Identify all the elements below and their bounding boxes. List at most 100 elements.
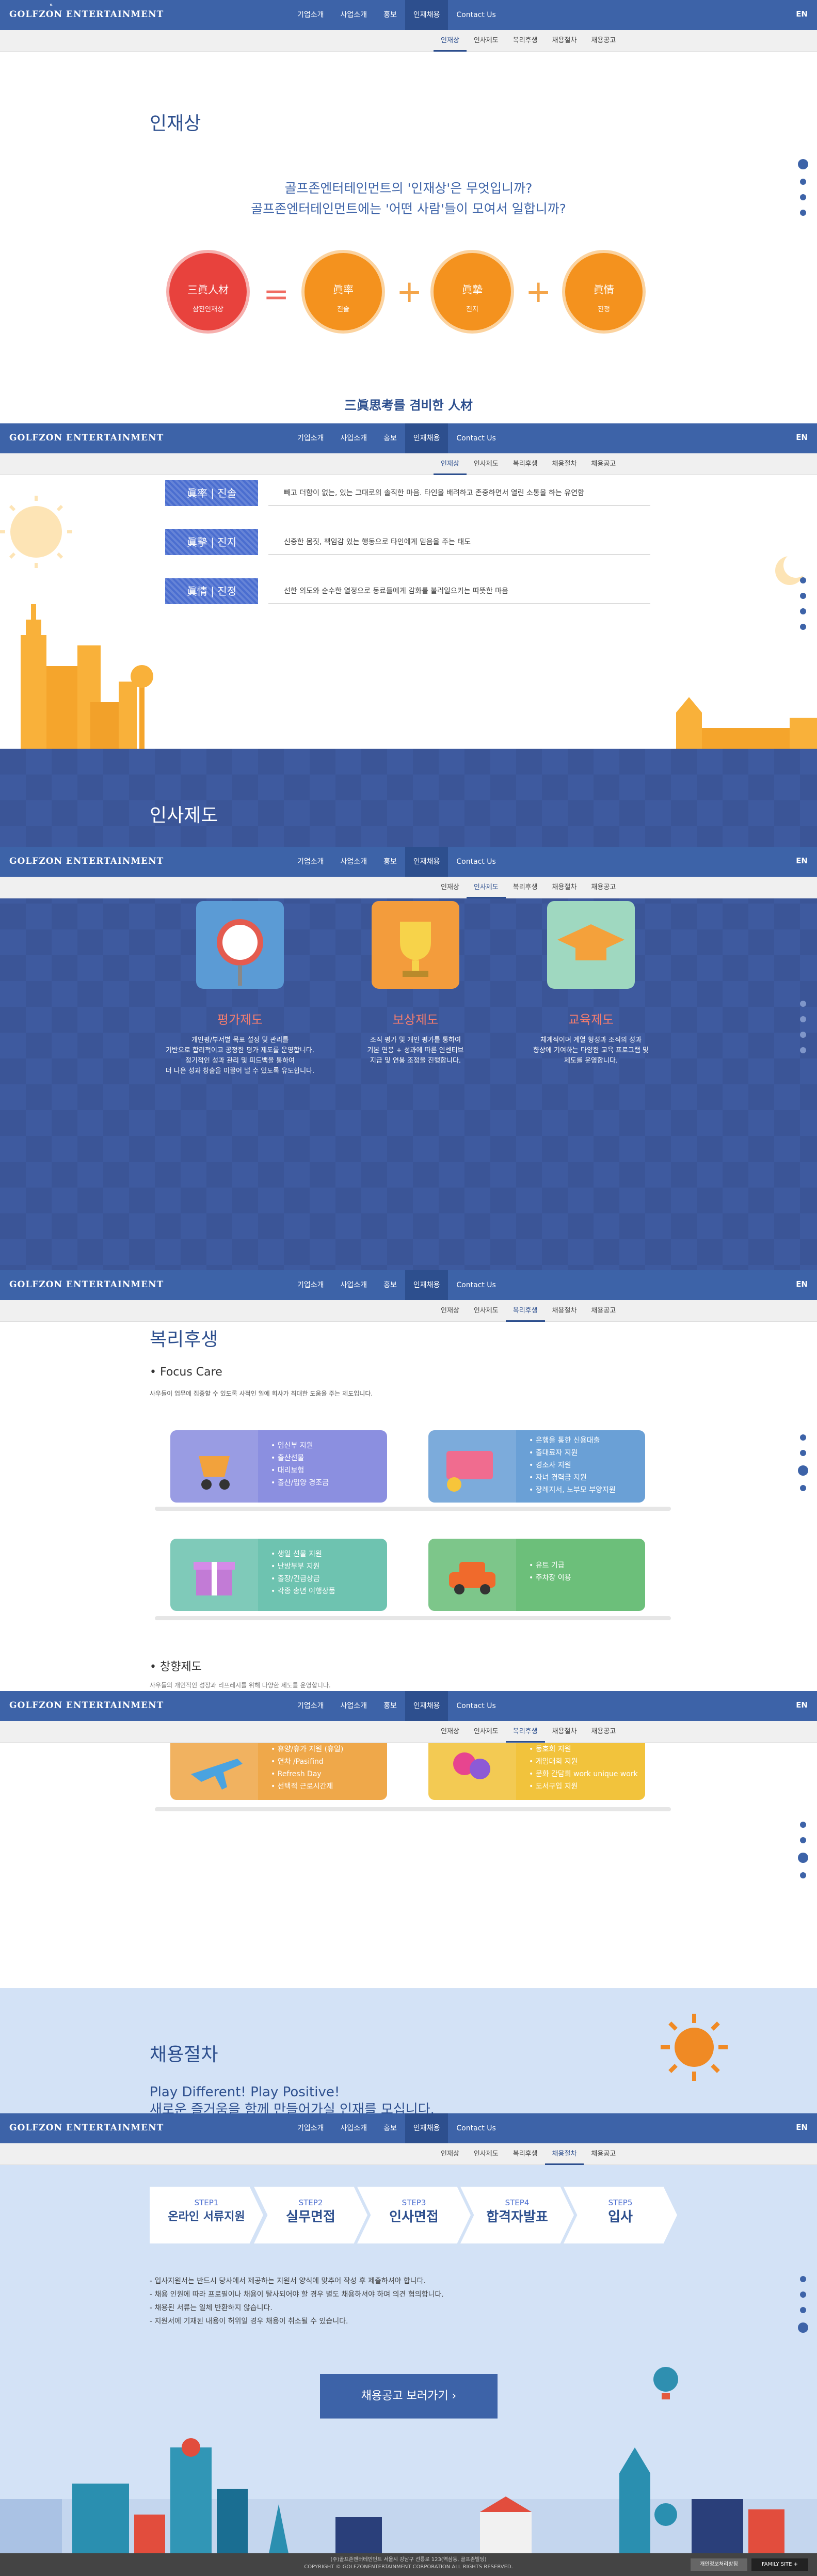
subnav-talent[interactable]: 인재상 [434,1721,467,1743]
page-dot[interactable] [800,1434,806,1441]
nav-pr[interactable]: 홍보 [375,847,405,877]
nav-company[interactable]: 기업소개 [289,1270,332,1300]
nav-recruit[interactable]: 인재채용 [405,1270,448,1300]
subnav-talent[interactable]: 인재상 [434,1300,467,1322]
nav-company[interactable]: 기업소개 [289,847,332,877]
page-dot[interactable] [798,2322,808,2333]
subnav-process[interactable]: 채용절차 [545,877,584,898]
subnav-talent[interactable]: 인재상 [434,453,467,475]
nav-business[interactable]: 사업소개 [332,2113,376,2143]
nav-recruit[interactable]: 인재채용 [405,847,448,877]
subnav-process[interactable]: 채용절차 [545,453,584,475]
subnav-hr[interactable]: 인사제도 [467,2143,506,2165]
nav-contact[interactable]: Contact Us [448,0,504,30]
nav-pr[interactable]: 홍보 [375,1270,405,1300]
logo[interactable]: GOLFZON ENTERTAINMENT [9,856,164,866]
page-dot[interactable] [800,608,806,614]
logo[interactable]: GOLFZON ENTERTAINMENT ᵘ [9,2,164,20]
nav-contact[interactable]: Contact Us [448,2113,504,2143]
subnav-process[interactable]: 채용절차 [545,1721,584,1743]
logo[interactable]: GOLFZON ENTERTAINMENT [9,1700,164,1711]
nav-pr[interactable]: 홍보 [375,423,405,453]
view-postings-button[interactable]: 채용공고 보러가기 › [320,2374,498,2419]
nav-business[interactable]: 사업소개 [332,847,376,877]
page-dot[interactable] [800,1485,806,1491]
page-dot[interactable] [800,1001,806,1007]
page-dot[interactable] [800,1837,806,1843]
page-dot[interactable] [800,1016,806,1022]
subnav-welfare[interactable]: 복리후생 [506,30,545,52]
subnav-hr[interactable]: 인사제도 [466,877,506,898]
page-dot[interactable] [800,2307,806,2313]
family-site-select[interactable]: FAMILY SITE + [751,2558,808,2571]
subnav-postings[interactable]: 채용공고 [584,30,623,52]
subnav-hr[interactable]: 인사제도 [467,453,506,475]
subnav-welfare[interactable]: 복리후생 [505,1300,545,1322]
nav-recruit[interactable]: 인재채용 [405,1691,448,1721]
nav-contact[interactable]: Contact Us [448,1270,504,1300]
logo[interactable]: GOLFZON ENTERTAINMENT [9,2123,164,2133]
nav-pr[interactable]: 홍보 [375,1691,405,1721]
subnav-process[interactable]: 채용절차 [544,2143,584,2165]
page-dot[interactable] [800,1032,806,1038]
lang-en-button[interactable]: EN [796,856,808,865]
nav-recruit[interactable]: 인재채용 [405,2113,448,2143]
logo[interactable]: GOLFZON ENTERTAINMENT [9,433,164,443]
nav-recruit[interactable]: 인재채용 [405,0,448,30]
subnav-postings[interactable]: 채용공고 [584,1721,623,1743]
nav-contact[interactable]: Contact Us [448,1691,504,1721]
subnav-welfare[interactable]: 복리후생 [505,1721,545,1743]
nav-contact[interactable]: Contact Us [448,847,504,877]
nav-business[interactable]: 사업소개 [332,1270,376,1300]
page-dot[interactable] [800,1450,806,1456]
nav-company[interactable]: 기업소개 [289,1691,332,1721]
subnav-welfare[interactable]: 복리후생 [506,2143,545,2165]
page-dot[interactable] [800,624,806,630]
nav-company[interactable]: 기업소개 [289,423,332,453]
nav-business[interactable]: 사업소개 [332,0,376,30]
page-dot[interactable] [800,593,806,599]
subnav-talent[interactable]: 인재상 [434,2143,467,2165]
lang-en-button[interactable]: EN [796,433,808,442]
shelf-divider [155,1807,671,1811]
subnav-postings[interactable]: 채용공고 [584,877,623,898]
subnav-postings[interactable]: 채용공고 [584,453,623,475]
page-dot[interactable] [800,179,806,185]
nav-pr[interactable]: 홍보 [375,0,405,30]
page-dot[interactable] [800,577,806,583]
page-dot[interactable] [800,1047,806,1053]
subnav-hr[interactable]: 인사제도 [467,30,506,52]
lang-en-button[interactable]: EN [796,1279,808,1289]
lang-en-button[interactable]: EN [796,1700,808,1710]
nav-company[interactable]: 기업소개 [289,0,332,30]
privacy-policy-button[interactable]: 개인정보처리방침 [691,2558,747,2571]
subnav-hr[interactable]: 인사제도 [467,1721,506,1743]
page-dot[interactable] [798,1465,808,1476]
lang-en-button[interactable]: EN [796,2123,808,2132]
subnav-talent[interactable]: 인재상 [434,877,467,898]
logo[interactable]: GOLFZON ENTERTAINMENT [9,1279,164,1290]
page-dot[interactable] [800,210,806,216]
subnav-postings[interactable]: 채용공고 [584,1300,623,1322]
page-dot[interactable] [800,2276,806,2282]
subnav-talent[interactable]: 인재상 [434,30,467,52]
page-dot[interactable] [798,159,808,169]
subnav-process[interactable]: 채용절차 [545,30,584,52]
lang-en-button[interactable]: EN [796,9,808,19]
subnav-process[interactable]: 채용절차 [545,1300,584,1322]
page-dot[interactable] [798,1853,808,1863]
page-dot[interactable] [800,1872,806,1878]
page-dot[interactable] [800,194,806,200]
subnav-welfare[interactable]: 복리후생 [506,877,545,898]
nav-contact[interactable]: Contact Us [448,423,504,453]
subnav-hr[interactable]: 인사제도 [467,1300,506,1322]
page-dot[interactable] [800,2291,806,2298]
nav-pr[interactable]: 홍보 [375,2113,405,2143]
nav-recruit[interactable]: 인재채용 [405,423,448,453]
page-dot[interactable] [800,1822,806,1828]
nav-business[interactable]: 사업소개 [332,423,376,453]
nav-company[interactable]: 기업소개 [289,2113,332,2143]
subnav-postings[interactable]: 채용공고 [584,2143,623,2165]
subnav-welfare[interactable]: 복리후생 [506,453,545,475]
nav-business[interactable]: 사업소개 [332,1691,376,1721]
